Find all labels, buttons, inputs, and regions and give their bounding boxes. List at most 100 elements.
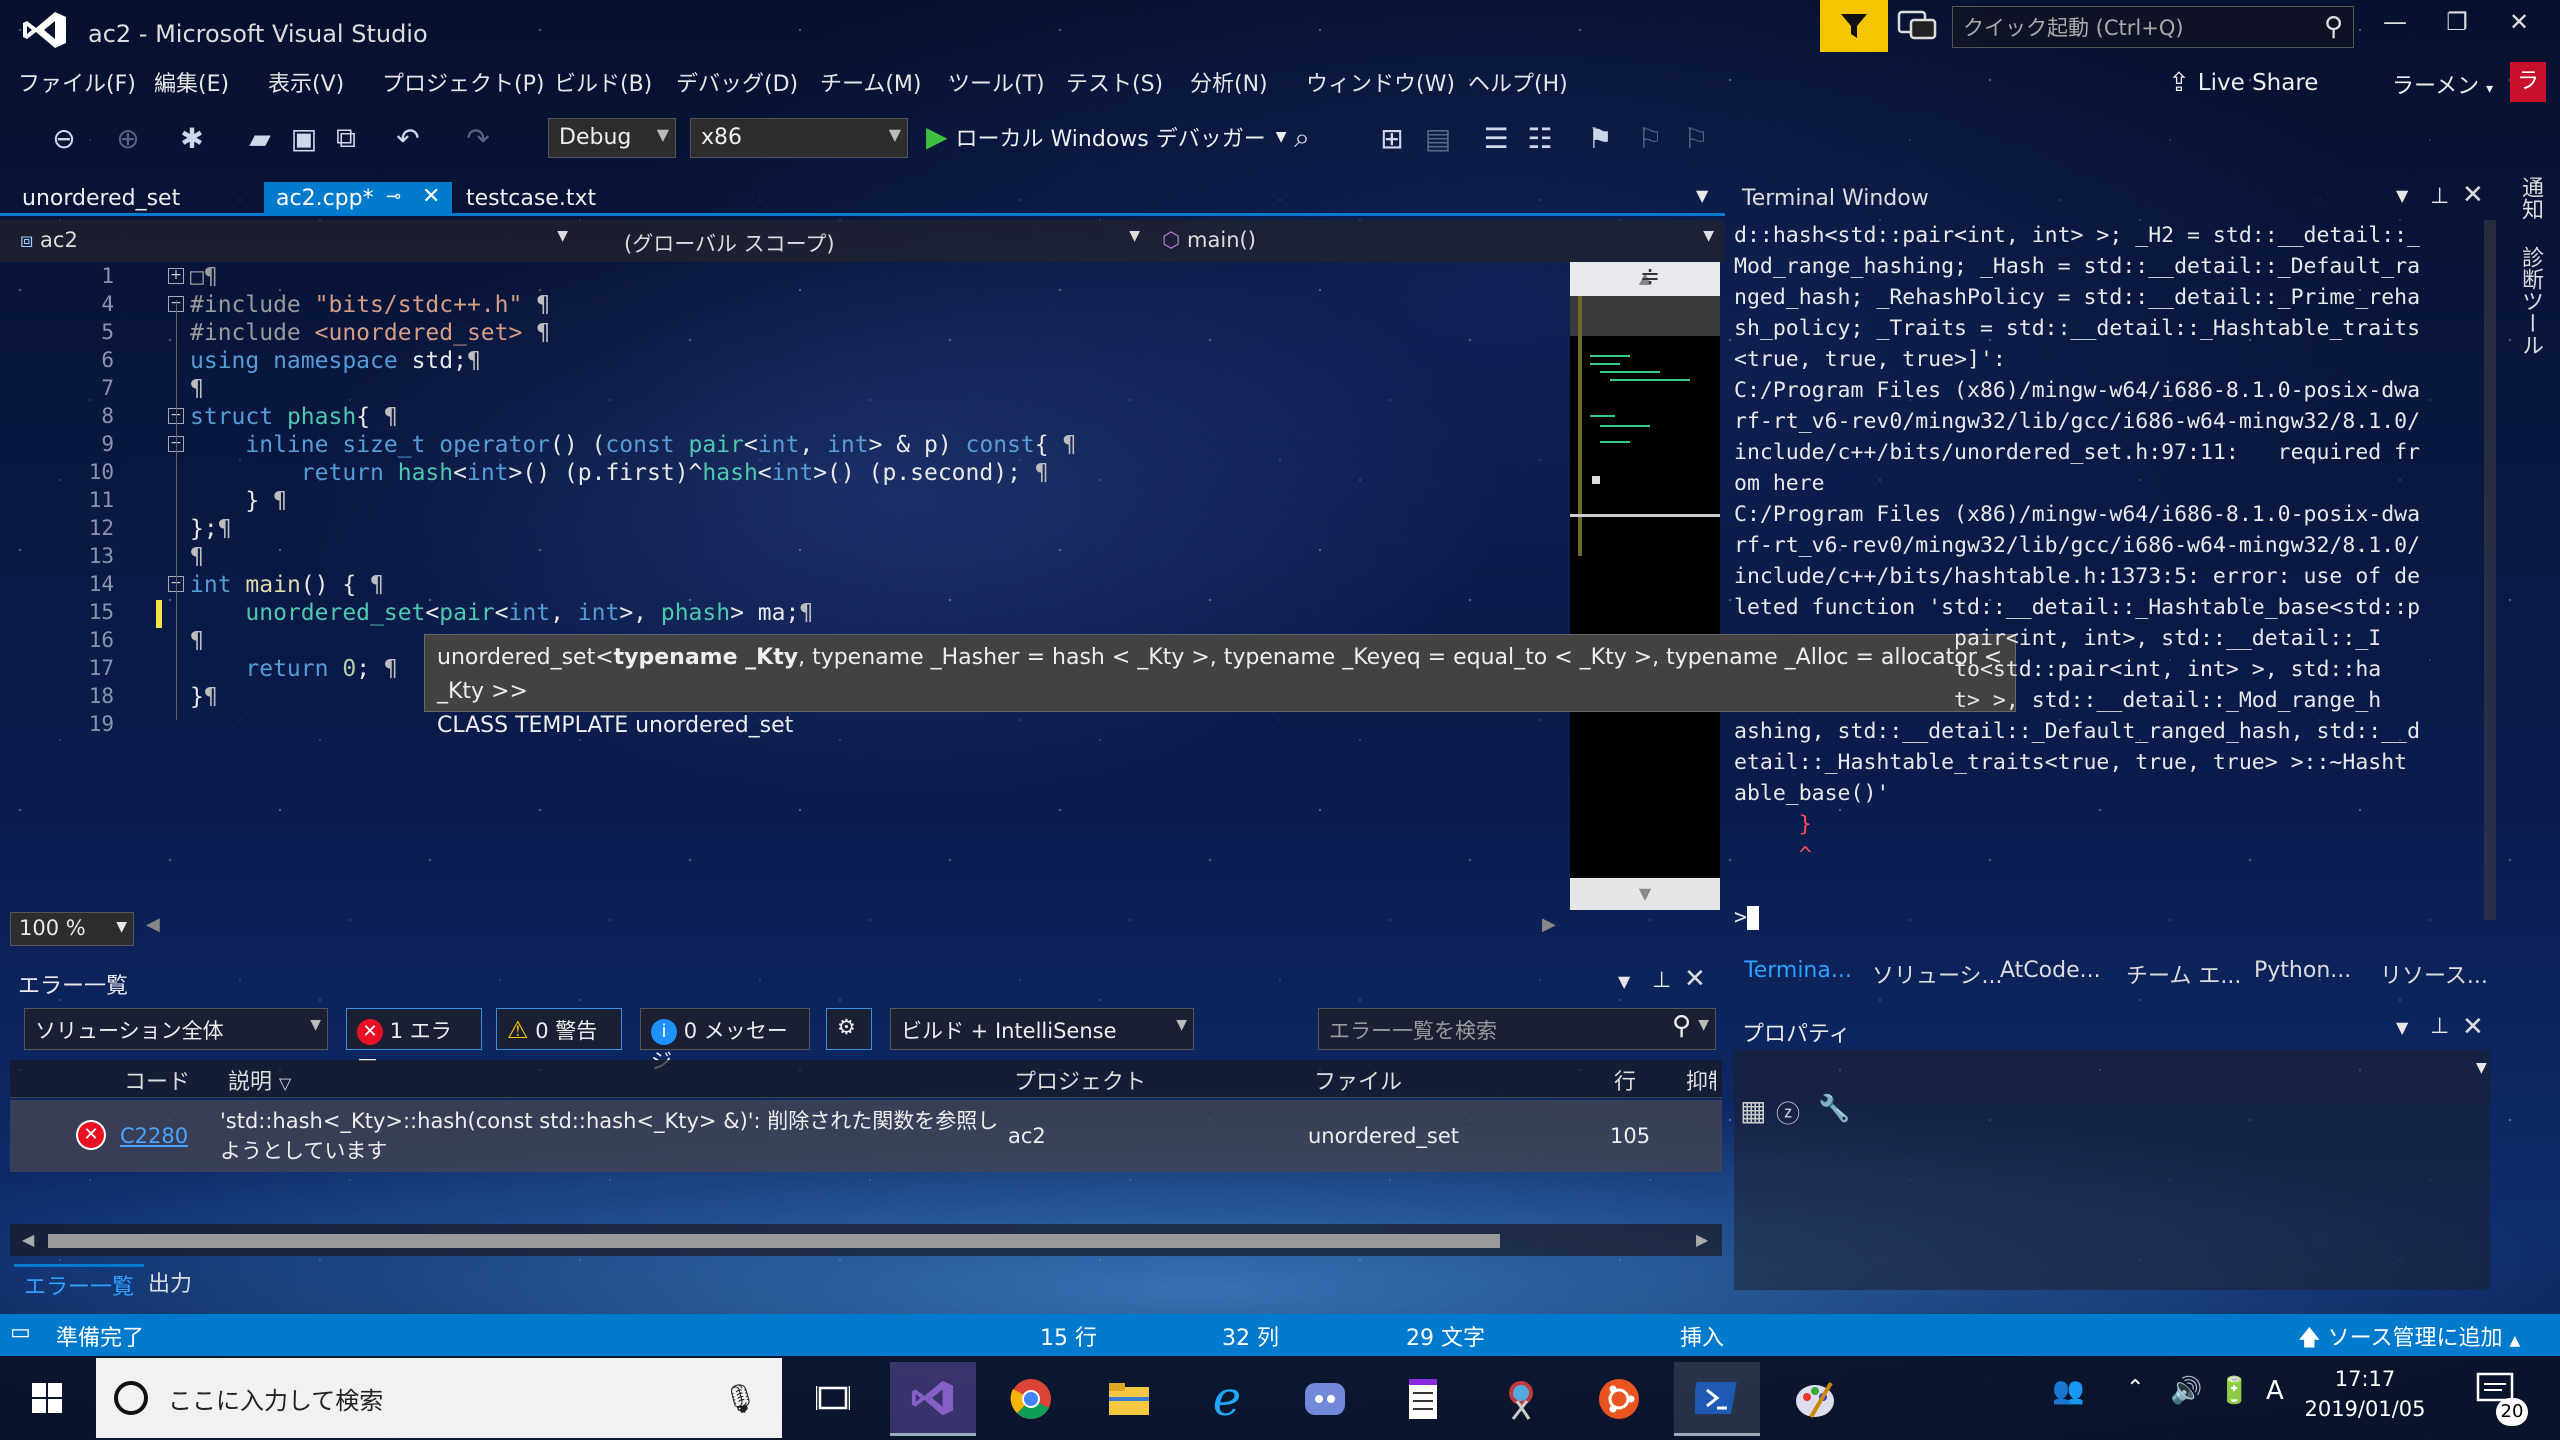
menu-build[interactable]: ビルド(B) xyxy=(554,66,652,98)
chevron-up-icon[interactable]: ⌃ xyxy=(2126,1376,2144,1401)
chevron-down-icon[interactable]: ▼ xyxy=(1618,972,1630,991)
scroll-right-icon[interactable]: ▶ xyxy=(1542,914,1556,935)
pin-icon[interactable]: ⊸ xyxy=(386,186,401,207)
split-icon[interactable]: ≑ xyxy=(1640,262,1660,290)
member-dropdown[interactable]: ⬡ main() ▼ xyxy=(1152,224,1722,260)
terminal-output[interactable]: d::hash<std::pair<int, int> >; _H2 = std… xyxy=(1734,220,2482,940)
minimize-button[interactable]: — xyxy=(2370,8,2420,48)
tab-atcoder[interactable]: AtCode... xyxy=(2000,958,2101,983)
build-source-select[interactable]: ビルド + IntelliSense ▼ xyxy=(890,1008,1194,1050)
errors-filter-toggle[interactable]: ✕ 1 エラー xyxy=(346,1008,482,1073)
close-icon[interactable]: ✕ xyxy=(422,184,440,209)
scrollbar-thumb[interactable] xyxy=(48,1234,1500,1248)
column-file[interactable]: ファイル xyxy=(1314,1064,1402,1096)
menu-edit[interactable]: 編集(E) xyxy=(154,66,229,98)
internet-explorer-icon[interactable]: e xyxy=(1184,1362,1270,1436)
close-window-button[interactable]: ✕ xyxy=(2494,8,2544,48)
scroll-left-icon[interactable]: ◀ xyxy=(146,914,160,935)
chevron-down-icon[interactable]: ▼ xyxy=(2476,1060,2487,1076)
microphone-icon[interactable]: 🎙 xyxy=(722,1382,758,1415)
filter-icon[interactable]: ⚙ xyxy=(826,1008,872,1050)
menu-view[interactable]: 表示(V) xyxy=(268,66,344,98)
zoom-select[interactable]: 100 % ▼ xyxy=(10,912,134,946)
source-control-button[interactable]: 🡅 ソース管理に追加 ▲ xyxy=(2298,1320,2520,1359)
start-debugging-button[interactable]: ▶ ローカル Windows デバッガー ▼ xyxy=(926,120,1287,153)
people-icon[interactable]: 👥 xyxy=(2052,1376,2084,1406)
notepad-icon[interactable] xyxy=(1380,1362,1466,1436)
menu-tools[interactable]: ツール(T) xyxy=(948,66,1045,98)
next-bookmark-icon[interactable]: ⚐ xyxy=(1676,118,1716,158)
wrench-icon[interactable]: 🔧 xyxy=(1818,1094,1850,1124)
tab-solution-explorer[interactable]: ソリューシ... xyxy=(1872,958,2003,990)
minimap[interactable] xyxy=(1570,296,1720,910)
menu-team[interactable]: チーム(M) xyxy=(820,66,922,98)
pin-icon[interactable]: ⊥ xyxy=(2430,184,2449,209)
visual-studio-taskbar-icon[interactable] xyxy=(890,1362,976,1436)
tab-error-list[interactable]: エラー一覧 xyxy=(14,1264,145,1303)
discord-icon[interactable] xyxy=(1282,1362,1368,1436)
notification-filter-icon[interactable] xyxy=(1820,0,1888,52)
save-icon[interactable]: ▣ xyxy=(284,118,324,158)
battery-icon[interactable]: 🔋 xyxy=(2218,1376,2250,1406)
forward-icon[interactable]: ⊕ xyxy=(108,118,148,158)
action-center-icon[interactable]: 20 xyxy=(2476,1372,2528,1426)
solution-explorer-icon[interactable]: ⊞ xyxy=(1372,118,1412,158)
save-all-icon[interactable]: ⧉ xyxy=(326,118,366,158)
terminal-prompt[interactable]: > xyxy=(1734,902,2482,933)
scroll-left-icon[interactable]: ◀ xyxy=(22,1230,34,1249)
column-code[interactable]: コード xyxy=(124,1064,190,1096)
chrome-icon[interactable] xyxy=(988,1362,1074,1436)
ubuntu-icon[interactable] xyxy=(1576,1362,1662,1436)
chevron-down-icon[interactable]: ▼ xyxy=(1696,186,1708,205)
back-icon[interactable]: ⊖ xyxy=(44,118,84,158)
close-icon[interactable]: ✕ xyxy=(2462,180,2484,210)
undo-icon[interactable]: ↶ xyxy=(388,118,428,158)
comment-icon[interactable]: ☰ xyxy=(1476,118,1516,158)
menu-test[interactable]: テスト(S) xyxy=(1066,66,1163,98)
error-search-input[interactable]: エラー一覧を検索 ⚲ ▼ xyxy=(1318,1008,1716,1050)
file-explorer-icon[interactable] xyxy=(1086,1362,1172,1436)
tab-testcase[interactable]: testcase.txt xyxy=(454,182,608,216)
column-suppression[interactable]: 抑制 xyxy=(1686,1064,1716,1096)
project-dropdown[interactable]: ⧈ ac2 ▼ xyxy=(10,224,576,260)
snipping-tool-icon[interactable] xyxy=(1478,1362,1564,1436)
pin-icon[interactable]: ⊥ xyxy=(2430,1014,2449,1039)
avatar[interactable]: ラ xyxy=(2510,62,2546,102)
windows-start-icon[interactable] xyxy=(0,1356,94,1440)
menu-project[interactable]: プロジェクト(P) xyxy=(382,66,544,98)
chevron-down-icon[interactable]: ▼ xyxy=(2396,186,2408,205)
column-project[interactable]: プロジェクト xyxy=(1014,1064,1146,1096)
tab-resources[interactable]: リソース... xyxy=(2380,958,2488,990)
tab-terminal[interactable]: Termina... xyxy=(1744,958,1852,983)
close-icon[interactable]: ✕ xyxy=(2462,1012,2484,1042)
powershell-icon[interactable] xyxy=(1674,1362,1760,1436)
taskbar-search-input[interactable]: ここに入力して検索 🎙 xyxy=(96,1358,782,1438)
menu-help[interactable]: ヘルプ(H) xyxy=(1468,66,1568,98)
properties-icon[interactable]: ▤ xyxy=(1418,118,1458,158)
volume-icon[interactable]: 🔊 xyxy=(2170,1376,2202,1406)
terminal-scrollbar[interactable] xyxy=(2484,220,2496,920)
minimap-scroll-down[interactable]: ▼ xyxy=(1570,878,1720,910)
warnings-filter-toggle[interactable]: ⚠ 0 警告 xyxy=(496,1008,622,1050)
side-tab-diagnostics[interactable]: 診断ツール xyxy=(2514,246,2546,356)
paint-icon[interactable] xyxy=(1772,1362,1858,1436)
tab-python[interactable]: Python... xyxy=(2254,958,2351,983)
chevron-down-icon[interactable]: ▼ xyxy=(2396,1018,2408,1037)
column-description[interactable]: 説明 ▽ xyxy=(228,1064,291,1096)
sort-alpha-icon[interactable]: ⓩ xyxy=(1776,1094,1800,1129)
configuration-select[interactable]: Debug ▼ xyxy=(548,118,676,158)
open-file-icon[interactable]: ▰ xyxy=(240,118,280,158)
quick-launch-input[interactable]: クイック起動 (Ctrl+Q) ⚲ xyxy=(1952,6,2354,48)
redo-icon[interactable]: ↷ xyxy=(458,118,498,158)
ime-mode-icon[interactable]: A xyxy=(2266,1376,2284,1406)
restore-button[interactable]: ❐ xyxy=(2432,8,2482,48)
scope-dropdown[interactable]: (グローバル スコープ) ▼ xyxy=(614,224,1148,260)
tab-ac2-cpp[interactable]: ac2.cpp* ⊸ ✕ xyxy=(264,182,452,216)
live-share-button[interactable]: ⇪ Live Share xyxy=(2168,68,2318,98)
close-icon[interactable]: ✕ xyxy=(1684,964,1706,994)
error-code-link[interactable]: C2280 xyxy=(120,1124,188,1148)
pin-icon[interactable]: ⊥ xyxy=(1652,968,1671,993)
task-view-icon[interactable] xyxy=(790,1362,876,1436)
messages-filter-toggle[interactable]: i 0 メッセージ xyxy=(640,1008,810,1073)
new-project-icon[interactable]: ✱ xyxy=(172,118,212,158)
